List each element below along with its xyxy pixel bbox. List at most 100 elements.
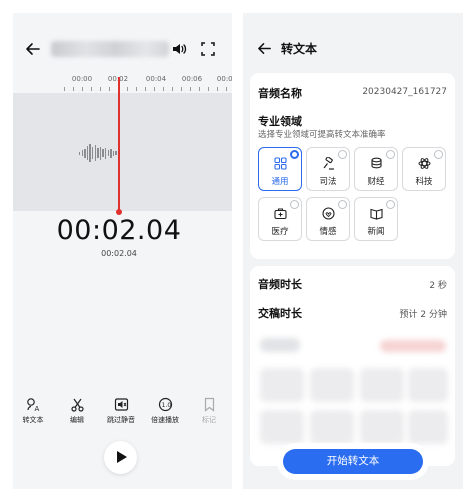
- timeline-tick: [82, 87, 83, 91]
- domain-chip-legal[interactable]: 司法: [306, 147, 350, 191]
- waveform-bar: [81, 150, 83, 156]
- bookmark-tool-button[interactable]: 标记: [189, 397, 229, 425]
- edit-scissors-icon: [70, 398, 84, 412]
- transcribe-icon: A: [26, 398, 39, 412]
- waveform-bar: [105, 147, 107, 159]
- fullscreen-icon[interactable]: [201, 42, 215, 56]
- waveform-bar: [84, 148, 86, 158]
- blurred-content: [260, 410, 304, 444]
- domain-chip-emotion[interactable]: 情感: [306, 197, 350, 241]
- waveform-bar: [79, 151, 81, 155]
- timeline-tick: [64, 87, 65, 91]
- timeline-tick-label: 00:06: [181, 75, 203, 83]
- timeline-tick-label: 00:08: [216, 75, 232, 83]
- blurred-content: [360, 410, 404, 444]
- current-time-small: 00:02.04: [101, 249, 137, 258]
- back-arrow-icon[interactable]: [257, 41, 272, 56]
- domain-chip-general[interactable]: 通用: [258, 147, 302, 191]
- waveform-bar: [94, 145, 96, 161]
- domain-radio[interactable]: [290, 150, 299, 159]
- timeline-tick: [226, 87, 227, 91]
- duration-label: 音频时长: [258, 278, 302, 291]
- page-title: 转文本: [281, 42, 318, 56]
- timeline-tick: [217, 87, 218, 91]
- timeline-tick: [127, 87, 128, 91]
- domain-radio[interactable]: [338, 200, 347, 209]
- play-button[interactable]: [104, 441, 137, 474]
- playhead-line[interactable]: [118, 77, 120, 213]
- domain-radio[interactable]: [386, 150, 395, 159]
- svg-text:1.0: 1.0: [161, 402, 171, 409]
- waveform-area[interactable]: [13, 93, 232, 211]
- transcribe-tool-label: 转文本: [22, 416, 44, 424]
- domain-chip-finance[interactable]: 财经: [354, 147, 398, 191]
- edit-tool-label: 编辑: [70, 416, 84, 424]
- waveform-bar: [115, 151, 117, 155]
- speed-tool-label: 倍速播放: [151, 416, 179, 424]
- domain-radio[interactable]: [290, 200, 299, 209]
- settings-card: 音频名称 20230427_161727 专业领域 选择专业领域可提高转文本准确…: [250, 73, 455, 259]
- timeline-tick-label: 00:00: [71, 75, 93, 83]
- domain-hint: 选择专业领域可提高转文本准确率: [258, 130, 386, 140]
- current-time-large: 00:02.04: [56, 215, 182, 246]
- blurred-content: [260, 338, 300, 352]
- timeline-tick: [163, 87, 164, 91]
- speed-icon: 1.0: [158, 397, 172, 412]
- timeline-tick: [208, 87, 209, 91]
- transcribe-screen: 转文本 音频名称 20230427_161727 专业领域 选择专业领域可提高转…: [243, 13, 463, 489]
- domain-chip-label: 情感: [319, 227, 337, 237]
- blurred-content: [408, 368, 448, 402]
- waveform-bars: [79, 143, 119, 163]
- edit-tool-button[interactable]: 编辑: [57, 397, 97, 425]
- timeline-tick: [91, 87, 92, 91]
- domain-radio[interactable]: [434, 150, 443, 159]
- waveform-bar: [99, 146, 102, 160]
- domain-radio[interactable]: [338, 150, 347, 159]
- newspaper-icon: [370, 208, 383, 220]
- medical-kit-icon: [274, 208, 287, 220]
- timeline-tick: [145, 87, 146, 91]
- waveform-bar: [107, 150, 109, 156]
- domain-chip-label: 司法: [319, 177, 337, 187]
- player-toolbar: A 转文本 编辑 跳过静音 1.0 倍速播放 标记: [13, 397, 232, 427]
- blurred-content: [380, 340, 446, 352]
- speed-tool-button[interactable]: 1.0 倍速播放: [145, 397, 185, 425]
- gavel-icon: [323, 157, 334, 170]
- grid-icon: [274, 157, 287, 170]
- blurred-content: [310, 410, 354, 444]
- waveform-bar: [89, 144, 91, 162]
- domain-label: 专业领域: [258, 115, 302, 128]
- blurred-content: [310, 368, 354, 402]
- skip-silence-icon: [114, 398, 128, 411]
- timeline-tick-label: 00:04: [145, 75, 167, 83]
- speaker-icon[interactable]: [171, 41, 187, 57]
- back-arrow-icon[interactable]: [25, 41, 41, 57]
- timeline-tick: [199, 87, 200, 91]
- domain-chip-label: 科技: [415, 177, 433, 187]
- domain-chip-label: 新闻: [367, 227, 385, 237]
- domain-radio[interactable]: [386, 200, 395, 209]
- waveform-bar: [86, 146, 89, 160]
- skip-silence-tool-button[interactable]: 跳过静音: [101, 397, 141, 425]
- timeline-tick: [181, 87, 182, 91]
- start-transcribe-button[interactable]: 开始转文本: [283, 449, 423, 474]
- play-icon: [117, 451, 127, 463]
- domain-chip-medical[interactable]: 医疗: [258, 197, 302, 241]
- domain-chip-tech[interactable]: 科技: [402, 147, 446, 191]
- transcribe-tool-button[interactable]: A 转文本: [13, 397, 53, 425]
- timeline-tick: [73, 87, 74, 91]
- audio-name-label: 音频名称: [258, 87, 302, 100]
- waveform-bar: [110, 148, 112, 158]
- info-card: 音频时长 2 秒 交稿时长 预计 2 分钟: [250, 266, 455, 466]
- domain-chip-news[interactable]: 新闻: [354, 197, 398, 241]
- waveform-bar: [102, 149, 104, 157]
- timeline-tick: [154, 87, 155, 91]
- timeline-ruler[interactable]: 00:0000:0200:0400:0600:08: [13, 75, 232, 93]
- timeline-tick: [190, 87, 191, 91]
- blurred-content: [408, 410, 448, 444]
- waveform-bar: [97, 148, 99, 158]
- atom-icon: [418, 158, 431, 169]
- timeline-tick: [136, 87, 137, 91]
- emotion-icon: [322, 207, 335, 220]
- waveform-bar: [112, 150, 115, 156]
